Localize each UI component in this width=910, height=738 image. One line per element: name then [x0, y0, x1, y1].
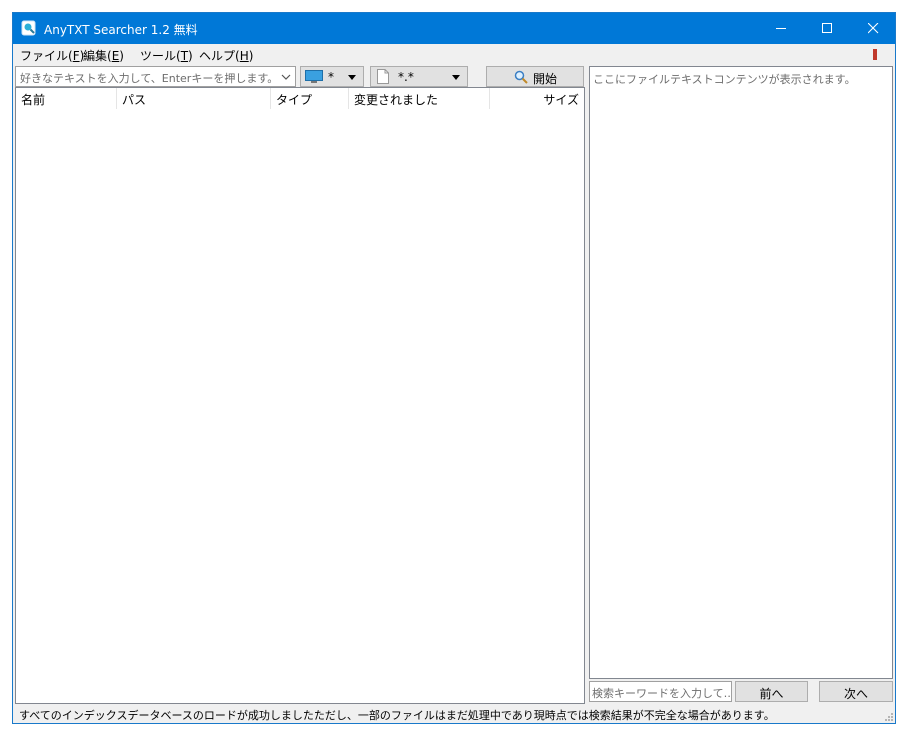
- column-header-size[interactable]: サイズ: [490, 88, 584, 109]
- column-header-name[interactable]: 名前: [16, 88, 117, 109]
- status-indicator: [873, 49, 877, 60]
- results-list[interactable]: 名前 パス タイプ 変更されました サイズ: [15, 87, 585, 704]
- close-button[interactable]: [850, 13, 896, 44]
- menu-tools-accel: T: [180, 49, 189, 63]
- search-icon: [514, 70, 528, 84]
- menu-edit[interactable]: 編集(E): [83, 47, 124, 64]
- next-button[interactable]: 次へ: [819, 681, 893, 702]
- keyword-placeholder: 検索キーワードを入力して…: [592, 687, 732, 700]
- start-button-label: 開始: [533, 72, 558, 86]
- prev-button-label: 前へ: [759, 687, 784, 701]
- resize-grip-icon[interactable]: [883, 711, 893, 721]
- dropdown-arrow-icon: [452, 75, 460, 80]
- menu-tools-label: ツール(: [140, 49, 181, 63]
- menu-file-accel: F: [72, 49, 80, 63]
- next-button-label: 次へ: [843, 687, 868, 701]
- filetype-value: *.*: [398, 70, 414, 84]
- chevron-down-icon[interactable]: [281, 72, 291, 82]
- menu-bar: ファイル(F) 編集(E) ツール(T) ヘルプ(H): [13, 44, 895, 65]
- title-bar[interactable]: AnyTXT Searcher 1.2 無料: [13, 13, 895, 44]
- minimize-icon: [776, 28, 786, 29]
- keyword-input[interactable]: 検索キーワードを入力して…: [589, 681, 732, 702]
- menu-file-label: ファイル(: [20, 49, 73, 63]
- minimize-button[interactable]: [758, 13, 804, 44]
- menu-help-accel: H: [239, 49, 249, 63]
- column-header-path[interactable]: パス: [117, 88, 271, 109]
- maximize-icon: [822, 23, 832, 33]
- prev-button[interactable]: 前へ: [735, 681, 808, 702]
- dropdown-arrow-icon: [348, 75, 356, 80]
- preview-placeholder: ここにファイルテキストコンテンツが表示されます。: [593, 73, 856, 86]
- window-title: AnyTXT Searcher 1.2 無料: [44, 23, 198, 37]
- drive-select[interactable]: *: [300, 66, 364, 87]
- menu-file[interactable]: ファイル(F): [20, 47, 84, 64]
- start-button[interactable]: 開始: [486, 66, 584, 87]
- filetype-select[interactable]: *.*: [370, 66, 468, 87]
- search-input[interactable]: 好きなテキストを入力して、Enterキーを押します。: [15, 66, 296, 87]
- main-window: AnyTXT Searcher 1.2 無料 ファイル(F) 編集(E) ツール…: [12, 12, 896, 724]
- search-placeholder: 好きなテキストを入力して、Enterキーを押します。: [20, 72, 279, 85]
- maximize-button[interactable]: [804, 13, 850, 44]
- monitor-icon: [305, 70, 323, 83]
- drive-value: *: [328, 70, 334, 84]
- menu-tools[interactable]: ツール(T): [140, 47, 193, 64]
- close-icon: [868, 23, 879, 34]
- document-icon: [377, 69, 389, 84]
- menu-edit-label: 編集(: [83, 49, 112, 63]
- column-header-modified[interactable]: 変更されました: [349, 88, 490, 109]
- menu-help[interactable]: ヘルプ(H): [199, 47, 253, 64]
- menu-tools-tail: ): [188, 49, 193, 63]
- status-bar: すべてのインデックスデータベースのロードが成功しましたただし、一部のファイルはま…: [13, 705, 895, 723]
- preview-pane[interactable]: ここにファイルテキストコンテンツが表示されます。: [589, 66, 893, 679]
- menu-help-label: ヘルプ(: [199, 49, 240, 63]
- column-header-type[interactable]: タイプ: [271, 88, 349, 109]
- menu-edit-tail: ): [119, 49, 124, 63]
- menu-help-tail: ): [248, 49, 254, 63]
- status-text: すべてのインデックスデータベースのロードが成功しましたただし、一部のファイルはま…: [19, 709, 775, 722]
- app-icon: [21, 20, 37, 36]
